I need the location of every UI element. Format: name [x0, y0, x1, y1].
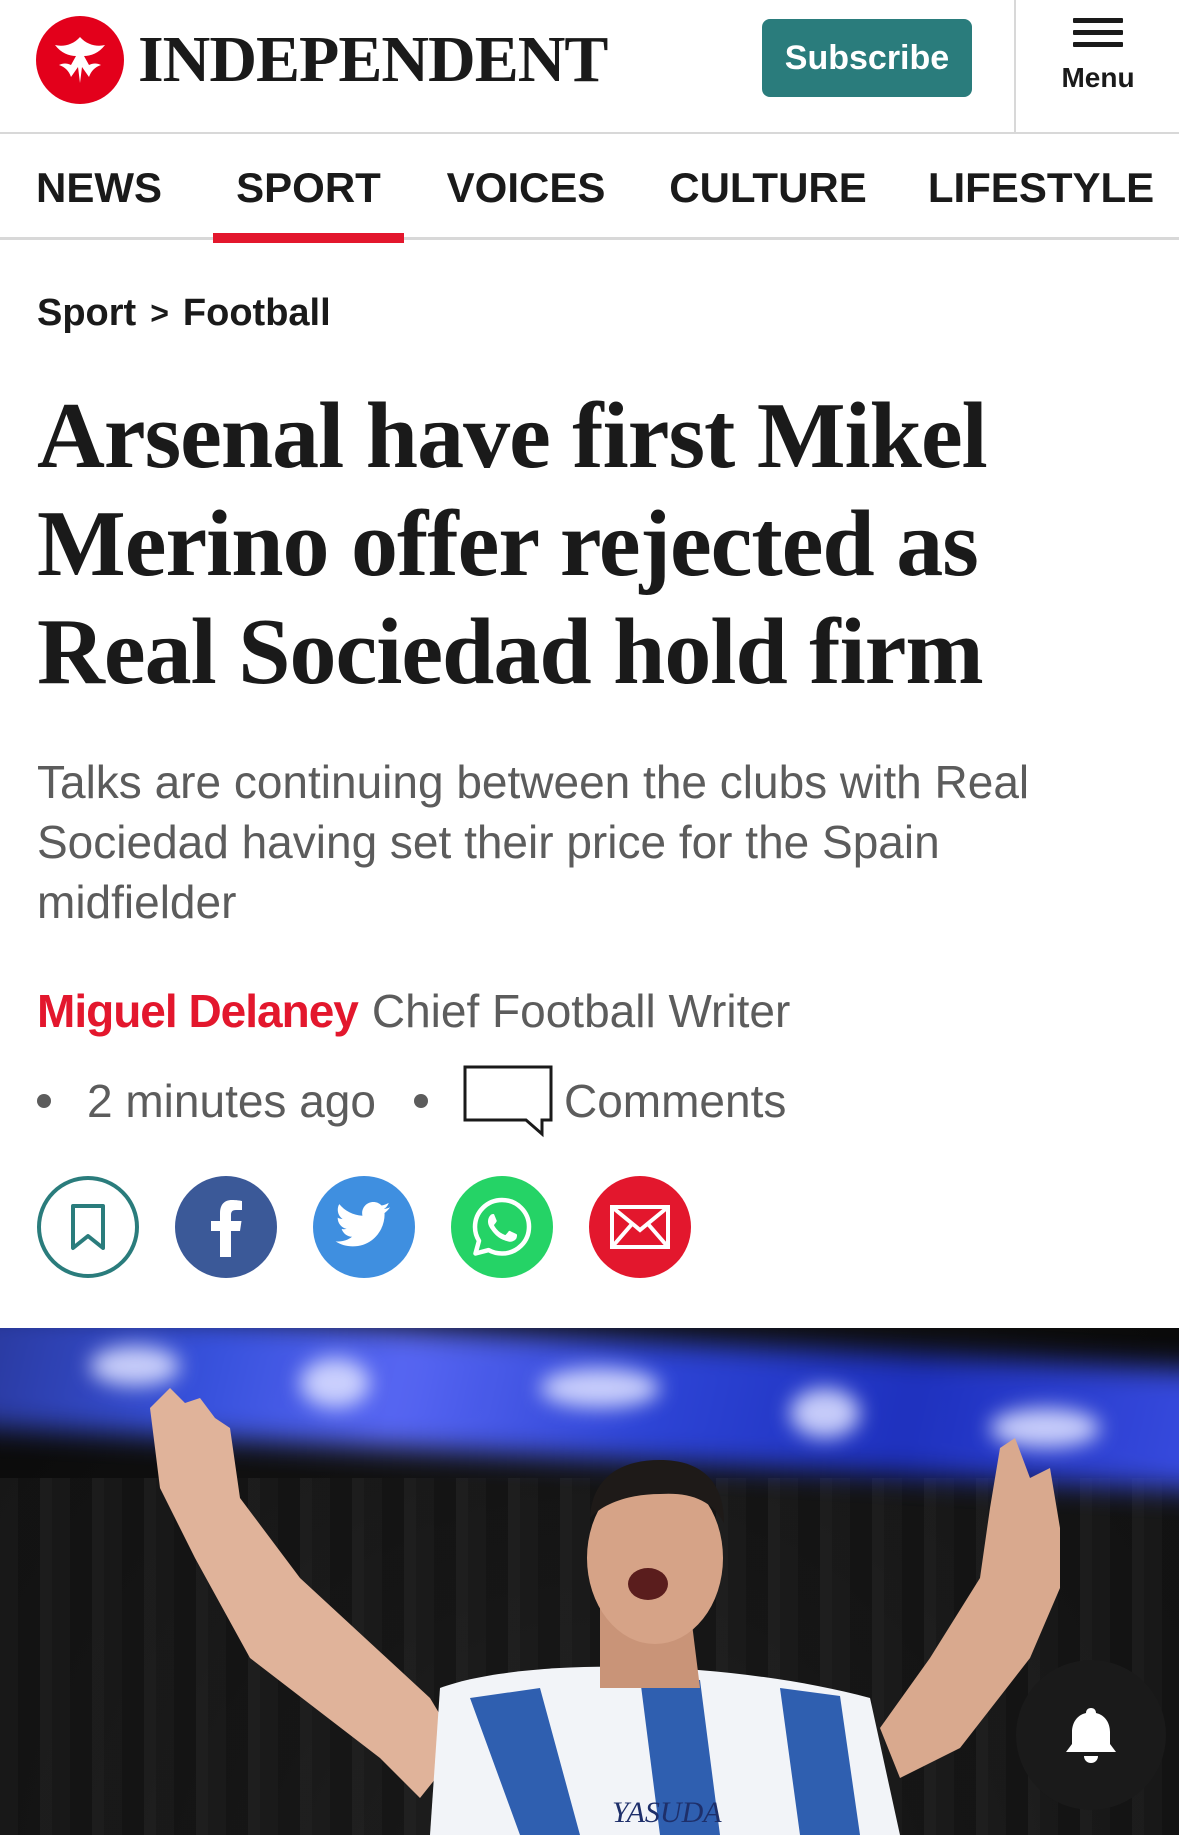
whatsapp-icon [472, 1197, 532, 1256]
twitter-icon [335, 1202, 391, 1247]
article-standfirst: Talks are continuing between the clubs w… [37, 756, 1030, 928]
share-bar [37, 1176, 727, 1278]
bookmark-icon [71, 1204, 105, 1250]
facebook-share-button[interactable] [175, 1176, 277, 1278]
menu-divider [1014, 0, 1016, 134]
player-silhouette: YASUDA [150, 1388, 1060, 1835]
bookmark-button[interactable] [37, 1176, 139, 1278]
subscribe-button[interactable]: Subscribe [762, 19, 972, 97]
comment-icon[interactable] [462, 1064, 554, 1138]
whatsapp-share-button[interactable] [451, 1176, 553, 1278]
sponsor-logo: YASUDA [612, 1796, 722, 1829]
notification-bell-button[interactable] [1016, 1660, 1166, 1810]
comments-link[interactable]: Comments [564, 1074, 786, 1128]
nav-item-voices[interactable]: VOICES [447, 136, 606, 240]
breadcrumb-separator: > [150, 295, 169, 331]
twitter-share-button[interactable] [313, 1176, 415, 1278]
nav-item-sport[interactable]: SPORT [213, 136, 404, 243]
bell-icon [1066, 1708, 1116, 1763]
masthead: INDEPENDENT Subscribe Menu [0, 0, 1179, 134]
byline: Miguel Delaney Chief Football Writer [37, 984, 790, 1038]
hamburger-icon [1073, 18, 1123, 54]
bullet-dot [413, 1094, 428, 1108]
breadcrumb-football[interactable]: Football [183, 292, 331, 335]
brand-wordmark: INDEPENDENT [138, 23, 608, 96]
author-role: Chief Football Writer [371, 985, 791, 1037]
article-headline: Arsenal have first Mikel Merino offer re… [37, 384, 988, 704]
breadcrumb-sport[interactable]: Sport [37, 292, 136, 335]
site-logo[interactable]: INDEPENDENT [36, 16, 608, 104]
publish-time: 2 minutes ago [87, 1075, 376, 1127]
nav-item-news[interactable]: NEWS [36, 136, 162, 240]
menu-label: Menu [1061, 62, 1135, 93]
email-icon [610, 1205, 670, 1249]
nav-item-lifestyle[interactable]: LIFESTYLE [928, 136, 1154, 240]
article-meta: 2 minutes ago Comments [37, 1064, 786, 1138]
facebook-icon [211, 1200, 242, 1257]
breadcrumb: Sport > Football [37, 292, 331, 335]
eagle-logo-icon [36, 16, 124, 104]
menu-button[interactable]: Menu [1040, 18, 1156, 94]
hero-image[interactable]: YASUDA [0, 1328, 1179, 1835]
section-nav: NEWS SPORT VOICES CULTURE LIFESTYLE [0, 136, 1179, 243]
email-share-button[interactable] [589, 1176, 691, 1278]
author-link[interactable]: Miguel Delaney [37, 984, 359, 1038]
bullet-dot [37, 1094, 51, 1108]
nav-item-culture[interactable]: CULTURE [669, 136, 867, 240]
